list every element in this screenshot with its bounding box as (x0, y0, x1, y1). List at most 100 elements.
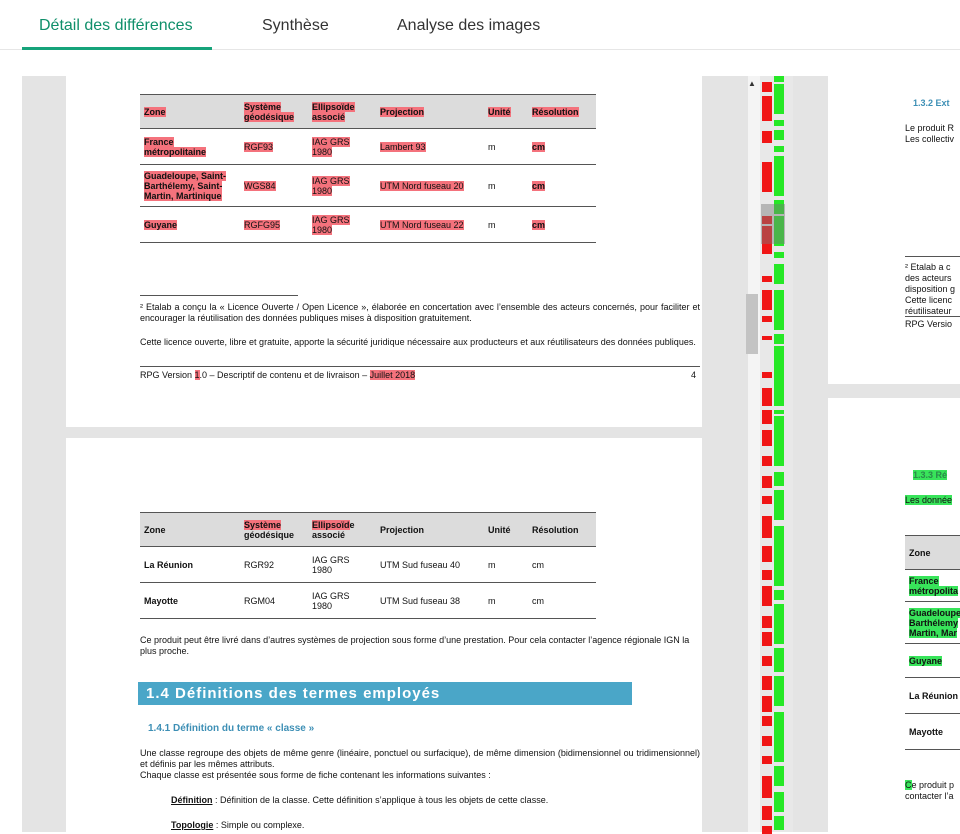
scrollbar-track[interactable] (748, 76, 760, 832)
added-marker (774, 792, 784, 812)
table-header-cell: Résolution (532, 106, 579, 117)
removed-marker (762, 388, 772, 406)
left-document-pane[interactable]: Zone Système géodésique Ellipsoïde assoc… (22, 76, 748, 832)
removed-marker (762, 290, 772, 310)
added-marker (774, 76, 784, 82)
right-paragraph: Le produit R Les collectiv (905, 123, 960, 145)
footer-rule (140, 366, 700, 367)
table-cell: cm (532, 141, 546, 152)
text-line: contacter l’a (905, 791, 954, 801)
table-cell: Guadeloupe Barthélemy Martin, Mar (909, 607, 960, 638)
added-marker (774, 676, 784, 706)
removed-marker (762, 632, 772, 646)
tab-synthese[interactable]: Synthèse (262, 17, 329, 35)
table-cell: La Réunion (905, 677, 960, 714)
page-number: 4 (690, 370, 696, 380)
removed-marker (762, 516, 772, 538)
added-marker (774, 472, 784, 486)
topology-label: Topologie (171, 820, 214, 830)
removed-marker (762, 476, 772, 488)
table-cell: RGFG95 (244, 219, 281, 230)
added-marker (774, 410, 784, 414)
scrollbar-thumb[interactable] (746, 294, 758, 354)
footnote-text: ² Etalab a conçu la « Licence Ouverte / … (140, 302, 700, 323)
heading-text: 1.3.3 Ré (913, 470, 948, 480)
footnote-text-2: Cette licence ouverte, libre et gratuite… (140, 337, 696, 347)
right-footer: RPG Versio (905, 319, 953, 329)
definition-label: Définition (171, 795, 213, 805)
left-page-5: Zone Système géodésique Ellipsoïde associé… (66, 438, 702, 832)
added-marker (774, 526, 784, 586)
scroll-up-arrow-icon[interactable]: ▲ (748, 79, 756, 88)
right-table: Zone France métropolita Guadeloupe Barth… (905, 535, 960, 750)
table-row: Mayotte (905, 713, 960, 750)
removed-marker (762, 96, 772, 121)
topology-text: : Simple ou complexe. (213, 820, 305, 830)
removed-marker (762, 410, 772, 424)
table-header-row: Zone Système géodésique Ellipsoïde associé… (140, 512, 596, 547)
subsection-heading: 1.4.1 Définition du terme « classe » (148, 723, 315, 734)
table-header-cell: Zone (140, 512, 240, 547)
added-marker (774, 648, 784, 672)
right-document-pane[interactable]: 1.3.2 Ext Le produit R Les collectiv ² Et… (793, 76, 960, 832)
footer-date: Juillet 2018 (369, 370, 416, 380)
table-cell: UTM Nord fuseau 20 (380, 180, 464, 191)
added-marker (774, 130, 784, 140)
left-table-2: Zone Système géodésique Ellipsoïde associé… (140, 512, 596, 619)
removed-marker (762, 162, 772, 192)
table-cell: cm (532, 180, 546, 191)
removed-marker (762, 806, 772, 820)
footnote-separator (140, 295, 298, 296)
table-row: La Réunion (905, 677, 960, 714)
footnote-separator (905, 256, 960, 257)
removed-marker (762, 82, 772, 92)
table-cell: m (484, 582, 528, 619)
table-cell: France métropolitaine (144, 136, 207, 157)
table-row: Guadeloupe, Saint-Barthélemy, Saint-Mart… (140, 164, 596, 207)
right-paragraph-added: Les donnée (905, 495, 953, 506)
page-footer: RPG Version 1.0 – Descriptif de contenu … (140, 370, 700, 381)
table-row: Mayotte RGM04 IAG GRS 1980 UTM Sud fusea… (140, 582, 596, 619)
text-line: réutilisateur (905, 306, 952, 316)
minimap-viewport-indicator[interactable] (761, 204, 785, 244)
removed-marker (762, 696, 772, 712)
text-line: Le produit R (905, 123, 955, 133)
table-cell: La Réunion (140, 546, 240, 583)
table-cell: IAG GRS 1980 (312, 214, 350, 235)
table-cell: m (484, 546, 528, 583)
table-cell: m (484, 164, 528, 207)
added-marker (774, 346, 784, 406)
added-marker (774, 766, 784, 786)
table-cell: Guadeloupe, Saint-Barthélemy, Saint-Mart… (144, 170, 227, 201)
table-cell: Mayotte (905, 713, 960, 750)
tab-analyse-images[interactable]: Analyse des images (397, 17, 540, 35)
removed-marker (762, 456, 772, 466)
footer-text: .0 – Descriptif de contenu et de livrais… (199, 370, 370, 380)
table-cell: Lambert 93 (380, 141, 426, 152)
table-cell: RGR92 (240, 546, 308, 583)
table-row: Guadeloupe Barthélemy Martin, Mar (905, 601, 960, 644)
removed-marker (762, 826, 772, 834)
paragraph: Ce produit peut être livré dans d’autres… (140, 635, 690, 656)
text-line: Les collectiv (905, 134, 955, 144)
right-page-5: 1.3.3 Ré Les donnée Zone France métropol… (828, 398, 960, 832)
added-marker (774, 290, 784, 330)
text-line: disposition g (905, 284, 956, 294)
right-footnote: ² Etalab a c des acteurs disposition g Cett… (905, 262, 960, 317)
removed-marker (762, 131, 772, 143)
removed-marker (762, 276, 772, 282)
paragraph: Une classe regroupe des objets de même g… (140, 748, 700, 769)
footer-rule (905, 316, 960, 317)
table-cell: cm (528, 546, 596, 583)
added-marker (774, 816, 784, 830)
added-marker (774, 264, 784, 284)
table-cell: RGM04 (240, 582, 308, 619)
table-cell: WGS84 (244, 180, 276, 191)
table-row: France métropolita (905, 569, 960, 602)
tab-detail-differences[interactable]: Détail des différences (39, 17, 193, 35)
table-cell: m (484, 128, 528, 165)
table-cell: Mayotte (140, 582, 240, 619)
difference-minimap[interactable] (760, 76, 793, 834)
table-cell: France métropolita (909, 575, 959, 596)
table-cell: m (484, 206, 528, 243)
